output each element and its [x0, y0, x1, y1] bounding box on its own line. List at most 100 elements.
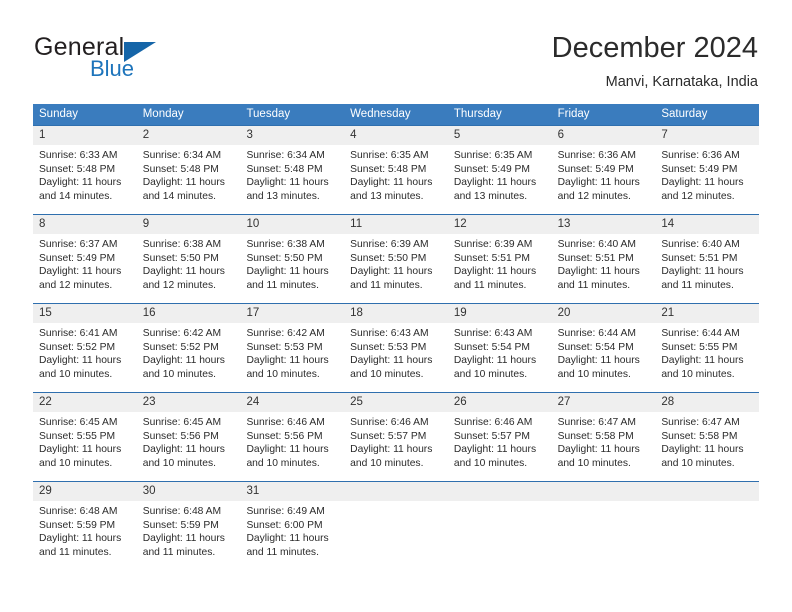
day-number[interactable]: 12 — [448, 215, 552, 234]
daylight-text-line2: and 14 minutes. — [39, 190, 113, 202]
day-cell[interactable]: Sunrise: 6:45 AM Sunset: 5:56 PM Dayligh… — [137, 412, 241, 481]
daylight-text-line1: Daylight: 11 hours — [453, 177, 537, 189]
sunset-text: Sunset: 5:59 PM — [142, 519, 219, 531]
day-cell[interactable]: Sunrise: 6:48 AM Sunset: 5:59 PM Dayligh… — [137, 501, 241, 570]
day-cell[interactable]: Sunrise: 6:39 AM Sunset: 5:50 PM Dayligh… — [344, 234, 448, 303]
day-cell[interactable]: Sunrise: 6:36 AM Sunset: 5:49 PM Dayligh… — [552, 145, 656, 214]
daylight-text-line2: and 12 minutes. — [557, 190, 631, 202]
day-cell[interactable]: Sunrise: 6:47 AM Sunset: 5:58 PM Dayligh… — [655, 412, 759, 481]
day-cell[interactable]: Sunrise: 6:45 AM Sunset: 5:55 PM Dayligh… — [33, 412, 137, 481]
day-number[interactable]: 28 — [655, 393, 759, 412]
day-cell[interactable]: Sunrise: 6:41 AM Sunset: 5:52 PM Dayligh… — [33, 323, 137, 392]
sunset-text: Sunset: 5:48 PM — [350, 163, 427, 175]
daylight-text-line2: and 10 minutes. — [39, 457, 113, 469]
weekday-header-wednesday: Wednesday — [350, 108, 411, 120]
day-number[interactable]: 26 — [448, 393, 552, 412]
day-cell[interactable]: Sunrise: 6:42 AM Sunset: 5:53 PM Dayligh… — [240, 323, 344, 392]
day-number[interactable]: 5 — [448, 126, 552, 145]
sunset-text: Sunset: 5:48 PM — [142, 163, 219, 175]
day-number[interactable]: 21 — [655, 304, 759, 323]
day-number[interactable]: 4 — [344, 126, 448, 145]
sunset-text: Sunset: 5:50 PM — [142, 252, 219, 264]
daylight-text-line2: and 10 minutes. — [350, 457, 424, 469]
week-date-number-band: 1 2 3 4 5 6 7 — [33, 126, 759, 145]
sunset-text: Sunset: 5:52 PM — [39, 341, 116, 353]
sunset-text: Sunset: 5:49 PM — [39, 252, 116, 264]
day-cell[interactable]: Sunrise: 6:44 AM Sunset: 5:54 PM Dayligh… — [552, 323, 656, 392]
day-cell[interactable]: Sunrise: 6:48 AM Sunset: 5:59 PM Dayligh… — [33, 501, 137, 570]
day-cell[interactable]: Sunrise: 6:34 AM Sunset: 5:48 PM Dayligh… — [240, 145, 344, 214]
day-number[interactable]: 24 — [240, 393, 344, 412]
day-cell[interactable]: Sunrise: 6:40 AM Sunset: 5:51 PM Dayligh… — [655, 234, 759, 303]
title-block: December 2024 Manvi, Karnataka, India — [552, 30, 758, 92]
day-number[interactable]: 18 — [344, 304, 448, 323]
day-cell[interactable]: Sunrise: 6:49 AM Sunset: 6:00 PM Dayligh… — [240, 501, 344, 570]
day-cell[interactable]: Sunrise: 6:38 AM Sunset: 5:50 PM Dayligh… — [137, 234, 241, 303]
sunset-text: Sunset: 5:57 PM — [350, 430, 427, 442]
sunrise-text: Sunrise: 6:35 AM — [350, 150, 429, 161]
sunset-text: Sunset: 5:50 PM — [350, 252, 427, 264]
weekday-header-sunday: Sunday — [39, 108, 79, 120]
daylight-text-line1: Daylight: 11 hours — [39, 177, 122, 189]
day-cell[interactable]: Sunrise: 6:43 AM Sunset: 5:54 PM Dayligh… — [448, 323, 552, 392]
day-cell[interactable]: Sunrise: 6:38 AM Sunset: 5:50 PM Dayligh… — [240, 234, 344, 303]
day-cell[interactable]: Sunrise: 6:46 AM Sunset: 5:57 PM Dayligh… — [344, 412, 448, 481]
sunset-text: Sunset: 5:53 PM — [350, 341, 427, 353]
daylight-text-line1: Daylight: 11 hours — [661, 355, 744, 367]
day-number[interactable]: 2 — [137, 126, 241, 145]
day-number[interactable]: 10 — [240, 215, 344, 234]
day-cell[interactable]: Sunrise: 6:33 AM Sunset: 5:48 PM Dayligh… — [33, 145, 137, 214]
day-number[interactable]: 31 — [240, 482, 344, 501]
day-number[interactable]: 29 — [33, 482, 137, 501]
day-number[interactable]: 11 — [344, 215, 448, 234]
day-number-empty — [448, 482, 552, 501]
weekday-header-thursday: Thursday — [453, 108, 502, 120]
sunrise-text: Sunrise: 6:39 AM — [350, 239, 429, 250]
day-cell[interactable]: Sunrise: 6:39 AM Sunset: 5:51 PM Dayligh… — [448, 234, 552, 303]
day-cell[interactable]: Sunrise: 6:43 AM Sunset: 5:53 PM Dayligh… — [344, 323, 448, 392]
day-number[interactable]: 16 — [137, 304, 241, 323]
daylight-text-line2: and 10 minutes. — [557, 368, 631, 380]
day-number[interactable]: 7 — [655, 126, 759, 145]
day-number[interactable]: 25 — [344, 393, 448, 412]
daylight-text-line2: and 10 minutes. — [39, 368, 113, 380]
day-number[interactable]: 20 — [552, 304, 656, 323]
general-blue-logo[interactable]: General Blue — [34, 33, 254, 83]
day-cell[interactable]: Sunrise: 6:37 AM Sunset: 5:49 PM Dayligh… — [33, 234, 137, 303]
daylight-text-line1: Daylight: 11 hours — [246, 444, 329, 456]
daylight-text-line1: Daylight: 11 hours — [350, 355, 433, 367]
day-cell[interactable]: Sunrise: 6:35 AM Sunset: 5:49 PM Dayligh… — [448, 145, 552, 214]
calendar-page: General Blue December 2024 Manvi, Karnat… — [0, 0, 792, 612]
sunset-text: Sunset: 5:56 PM — [142, 430, 219, 442]
daylight-text-line2: and 11 minutes. — [246, 279, 319, 291]
day-number[interactable]: 8 — [33, 215, 137, 234]
day-cell-empty — [448, 501, 552, 570]
day-cell[interactable]: Sunrise: 6:44 AM Sunset: 5:55 PM Dayligh… — [655, 323, 759, 392]
day-number[interactable]: 9 — [137, 215, 241, 234]
sunset-text: Sunset: 5:48 PM — [246, 163, 323, 175]
sunset-text: Sunset: 5:50 PM — [246, 252, 323, 264]
day-number[interactable]: 15 — [33, 304, 137, 323]
day-number[interactable]: 3 — [240, 126, 344, 145]
day-number[interactable]: 27 — [552, 393, 656, 412]
daylight-text-line2: and 10 minutes. — [142, 368, 216, 380]
day-number[interactable]: 14 — [655, 215, 759, 234]
day-number[interactable]: 22 — [33, 393, 137, 412]
day-cell[interactable]: Sunrise: 6:46 AM Sunset: 5:57 PM Dayligh… — [448, 412, 552, 481]
day-number[interactable]: 17 — [240, 304, 344, 323]
day-cell[interactable]: Sunrise: 6:46 AM Sunset: 5:56 PM Dayligh… — [240, 412, 344, 481]
day-number[interactable]: 13 — [552, 215, 656, 234]
day-cell[interactable]: Sunrise: 6:34 AM Sunset: 5:48 PM Dayligh… — [137, 145, 241, 214]
day-number[interactable]: 1 — [33, 126, 137, 145]
daylight-text-line1: Daylight: 11 hours — [39, 444, 122, 456]
day-number[interactable]: 6 — [552, 126, 656, 145]
day-number[interactable]: 23 — [137, 393, 241, 412]
day-number[interactable]: 30 — [137, 482, 241, 501]
day-cell[interactable]: Sunrise: 6:47 AM Sunset: 5:58 PM Dayligh… — [552, 412, 656, 481]
day-number[interactable]: 19 — [448, 304, 552, 323]
day-cell[interactable]: Sunrise: 6:42 AM Sunset: 5:52 PM Dayligh… — [137, 323, 241, 392]
sunrise-text: Sunrise: 6:34 AM — [246, 150, 325, 161]
day-cell[interactable]: Sunrise: 6:36 AM Sunset: 5:49 PM Dayligh… — [655, 145, 759, 214]
day-cell[interactable]: Sunrise: 6:35 AM Sunset: 5:48 PM Dayligh… — [344, 145, 448, 214]
day-cell[interactable]: Sunrise: 6:40 AM Sunset: 5:51 PM Dayligh… — [552, 234, 656, 303]
